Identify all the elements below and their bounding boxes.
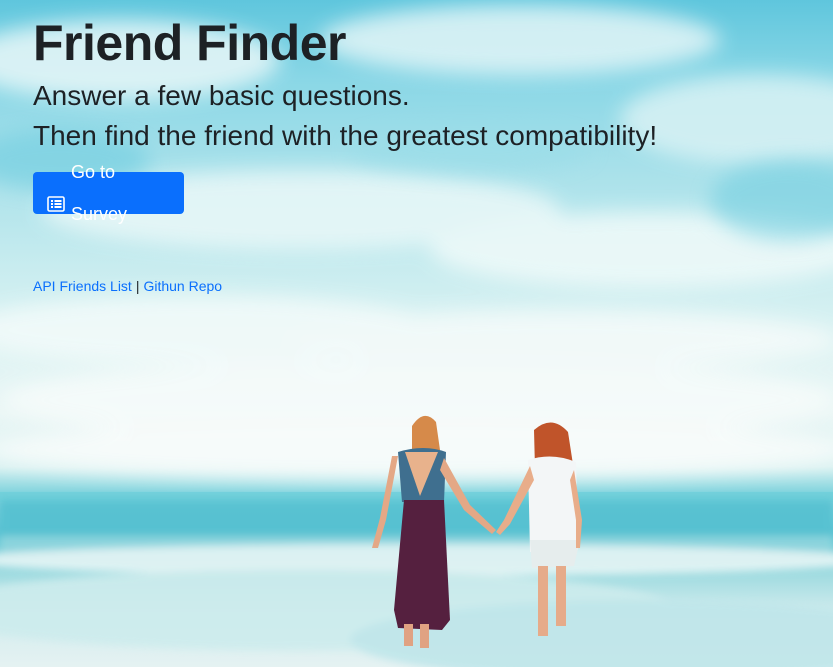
link-separator: | <box>135 278 140 294</box>
hero-content: Friend Finder Answer a few basic questio… <box>33 14 813 295</box>
go-to-survey-button[interactable]: Go to Survey <box>33 162 184 224</box>
go-to-survey-label: Go to Survey <box>71 162 128 224</box>
page-title: Friend Finder <box>33 15 346 71</box>
list-alt-icon <box>47 185 65 212</box>
api-friends-list-link[interactable]: API Friends List <box>33 278 132 294</box>
footer-links: API Friends List | Githun Repo <box>33 277 813 295</box>
page-subtitle-line2: Then find the friend with the greatest c… <box>33 120 658 151</box>
github-repo-link[interactable]: Githun Repo <box>143 278 222 294</box>
page-subtitle-line1: Answer a few basic questions. <box>33 80 410 111</box>
